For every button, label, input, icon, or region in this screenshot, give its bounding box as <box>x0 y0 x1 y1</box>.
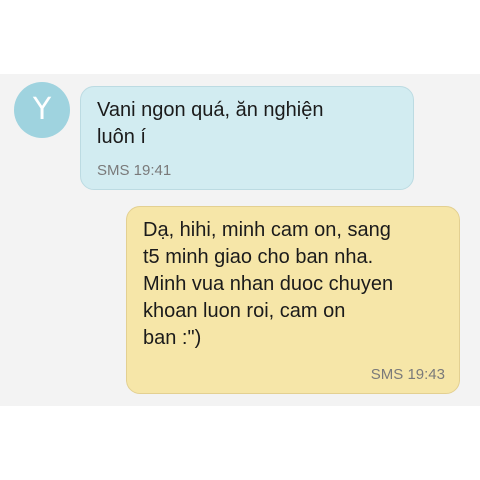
incoming-message-text: Vani ngon quá, ăn nghiện luôn í <box>97 99 324 148</box>
outgoing-message-timestamp: SMS 19:43 <box>370 366 445 383</box>
avatar-letter: Y <box>32 92 52 127</box>
contact-avatar[interactable]: Y <box>14 82 70 138</box>
incoming-message-bubble[interactable]: Vani ngon quá, ăn nghiện luôn í SMS 19:4… <box>80 86 414 190</box>
outgoing-message-text: Dạ, hihi, minh cam on, sang t5 minh giao… <box>143 219 394 349</box>
outgoing-message-bubble[interactable]: Dạ, hihi, minh cam on, sang t5 minh giao… <box>126 206 460 394</box>
incoming-message-timestamp: SMS 19:41 <box>97 162 172 179</box>
